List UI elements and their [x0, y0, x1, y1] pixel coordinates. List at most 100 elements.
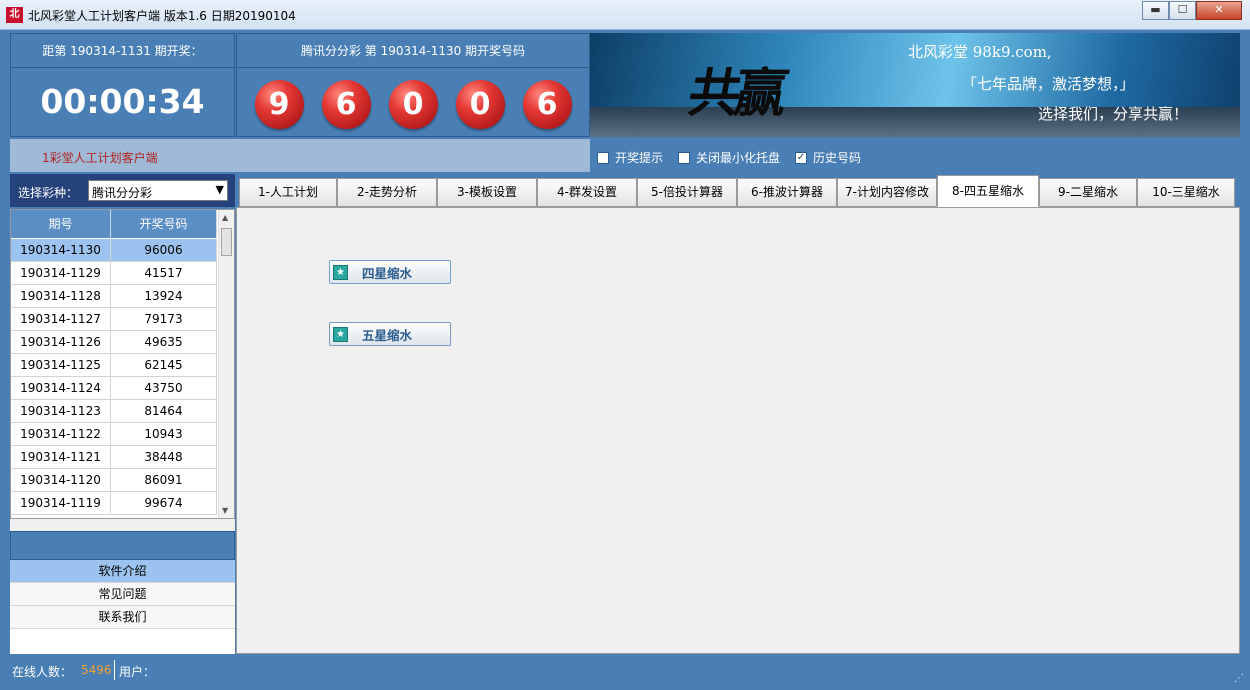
left-spacer [10, 519, 235, 531]
client-name-text: 1彩堂人工计划客户端 [42, 151, 158, 165]
cell-issue: 190314-1121 [11, 446, 111, 468]
latest-draw-panel: 腾讯分分彩 第 190314-1130 期开奖号码 9 6 0 0 6 [236, 33, 590, 137]
tab-three-star-reduce[interactable]: 10-三星缩水 [1137, 178, 1235, 207]
banner-calligraphy-logo: 共赢 [683, 63, 787, 124]
table-row[interactable]: 190314-1120 86091 [11, 469, 217, 492]
close-button[interactable]: ✕ [1196, 1, 1242, 20]
client-name-bar: 1彩堂人工计划客户端 [10, 139, 590, 172]
tab-template-settings[interactable]: 3-模板设置 [437, 178, 537, 207]
online-users-label: 在线人数： [12, 665, 73, 679]
cell-numbers: 49635 [111, 331, 217, 353]
checkbox-draw-alert[interactable]: 开奖提示 [597, 149, 663, 166]
tab-manual-plan[interactable]: 1-人工计划 [239, 178, 337, 207]
lottery-select[interactable]: 腾讯分分彩 ▼ [88, 180, 228, 201]
column-header-numbers: 开奖号码 [111, 210, 217, 238]
tab-multiplier-calculator[interactable]: 5-倍投计算器 [637, 178, 737, 207]
table-row[interactable]: 190314-1127 79173 [11, 308, 217, 331]
checkbox-box[interactable]: ✓ [795, 151, 807, 164]
cell-issue: 190314-1128 [11, 285, 111, 307]
table-row[interactable]: 190314-1125 62145 [11, 354, 217, 377]
status-bar: 在线人数： 5496 用户： ⋰ [0, 656, 1250, 690]
countdown-label: 距第 190314-1131 期开奖： [11, 34, 234, 68]
checkbox-box[interactable] [678, 151, 690, 164]
history-scrollbar[interactable]: ▲ ▼ [218, 210, 234, 518]
draw-ball: 6 [321, 80, 371, 129]
five-star-reduce-button[interactable]: ★ 五星缩水 [329, 322, 451, 346]
online-users-count: 5496 [81, 663, 112, 677]
checkbox-label: 关闭最小化托盘 [696, 151, 781, 165]
tab-plan-content-edit[interactable]: 7-计划内容修改 [837, 178, 937, 207]
banner-line-slogan: 「七年品牌，激活梦想，」 [962, 75, 1135, 93]
cell-numbers: 43750 [111, 377, 217, 399]
maximize-button[interactable]: ☐ [1169, 1, 1196, 20]
draw-ball: 0 [455, 80, 505, 129]
tab-broadcast-settings[interactable]: 4-群发设置 [537, 178, 637, 207]
table-row[interactable]: 190314-1122 10943 [11, 423, 217, 446]
cell-numbers: 41517 [111, 262, 217, 284]
cell-issue: 190314-1123 [11, 400, 111, 422]
history-table: 期号 开奖号码 190314-1130 96006 190314-1129 4151… [10, 209, 235, 519]
table-row[interactable]: 190314-1129 41517 [11, 262, 217, 285]
table-row[interactable]: 190314-1126 49635 [11, 331, 217, 354]
cell-issue: 190314-1125 [11, 354, 111, 376]
star-icon: ★ [333, 264, 348, 280]
draw-ball: 9 [254, 80, 304, 129]
scrollbar-thumb[interactable] [221, 228, 232, 256]
scroll-up-icon[interactable]: ▲ [222, 213, 228, 222]
table-body: 190314-1130 96006 190314-1129 41517 190314… [11, 239, 217, 515]
table-row[interactable]: 190314-1121 38448 [11, 446, 217, 469]
checkbox-close-to-tray[interactable]: 关闭最小化托盘 [678, 149, 780, 166]
checkbox-label: 历史号码 [813, 151, 862, 165]
lottery-select-value: 腾讯分分彩 [92, 186, 153, 200]
title-bar: 北 北风彩堂人工计划客户端 版本1.6 日期20190104 ▬ ☐ ✕ [0, 0, 1250, 30]
user-label: 用户： [119, 665, 156, 679]
minimize-button[interactable]: ▬ [1142, 1, 1169, 20]
resize-grip-icon[interactable]: ⋰ [1234, 673, 1244, 684]
checkbox-box[interactable] [597, 151, 609, 164]
table-row[interactable]: 190314-1124 43750 [11, 377, 217, 400]
app-logo-icon: 北 [6, 7, 23, 23]
nav-item-faq[interactable]: 常见问题 [10, 583, 235, 606]
cell-numbers: 62145 [111, 354, 217, 376]
cell-issue: 190314-1119 [11, 492, 111, 514]
draw-balls: 9 6 0 0 6 [237, 68, 589, 129]
tab-wave-calculator[interactable]: 6-推波计算器 [737, 178, 837, 207]
banner-line-site: 北风彩堂 98k9.com, [908, 43, 1052, 61]
table-row[interactable]: 190314-1123 81464 [11, 400, 217, 423]
countdown-panel: 距第 190314-1131 期开奖： 00:00:34 [10, 33, 235, 137]
four-star-reduce-button[interactable]: ★ 四星缩水 [329, 260, 451, 284]
cell-numbers: 96006 [111, 239, 217, 261]
cell-issue: 190314-1129 [11, 262, 111, 284]
cell-issue: 190314-1120 [11, 469, 111, 491]
tab-two-star-reduce[interactable]: 9-二星缩水 [1039, 178, 1137, 207]
cell-numbers: 99674 [111, 492, 217, 514]
tab-trend-analysis[interactable]: 2-走势分析 [337, 178, 437, 207]
cell-issue: 190314-1127 [11, 308, 111, 330]
scroll-down-icon[interactable]: ▼ [222, 506, 228, 515]
cell-numbers: 81464 [111, 400, 217, 422]
checkbox-history-numbers[interactable]: ✓ 历史号码 [795, 149, 861, 166]
window-controls: ▬ ☐ ✕ [1142, 1, 1242, 20]
table-header: 期号 开奖号码 [11, 210, 217, 238]
table-row[interactable]: 190314-1119 99674 [11, 492, 217, 515]
options-bar: 开奖提示 关闭最小化托盘 ✓ 历史号码 [590, 139, 1240, 172]
nav-item-software-intro[interactable]: 软件介绍 [10, 560, 235, 583]
nav-item-contact-us[interactable]: 联系我们 [10, 606, 235, 629]
checkbox-label: 开奖提示 [615, 151, 664, 165]
status-divider [114, 660, 115, 680]
tab-bar: 1-人工计划 2-走势分析 3-模板设置 4-群发设置 5-倍投计算器 6-推波… [236, 174, 1240, 207]
table-row[interactable]: 190314-1130 96006 [11, 239, 217, 262]
tab-four-five-star-reduce[interactable]: 8-四五星缩水 [937, 175, 1039, 207]
table-row[interactable]: 190314-1128 13924 [11, 285, 217, 308]
latest-draw-label: 腾讯分分彩 第 190314-1130 期开奖号码 [237, 34, 589, 68]
cell-issue: 190314-1124 [11, 377, 111, 399]
button-label: 四星缩水 [362, 265, 413, 281]
cell-numbers: 13924 [111, 285, 217, 307]
chevron-down-icon[interactable]: ▼ [216, 183, 224, 196]
lottery-selector-bar: 选择彩种： 腾讯分分彩 ▼ [10, 174, 235, 207]
banner-line-tagline: 选择我们，分享共赢！ [1038, 105, 1189, 123]
tab-content: ★ 四星缩水 ★ 五星缩水 [236, 207, 1240, 654]
left-nav-header [10, 531, 235, 560]
cell-issue: 190314-1122 [11, 423, 111, 445]
cell-numbers: 86091 [111, 469, 217, 491]
